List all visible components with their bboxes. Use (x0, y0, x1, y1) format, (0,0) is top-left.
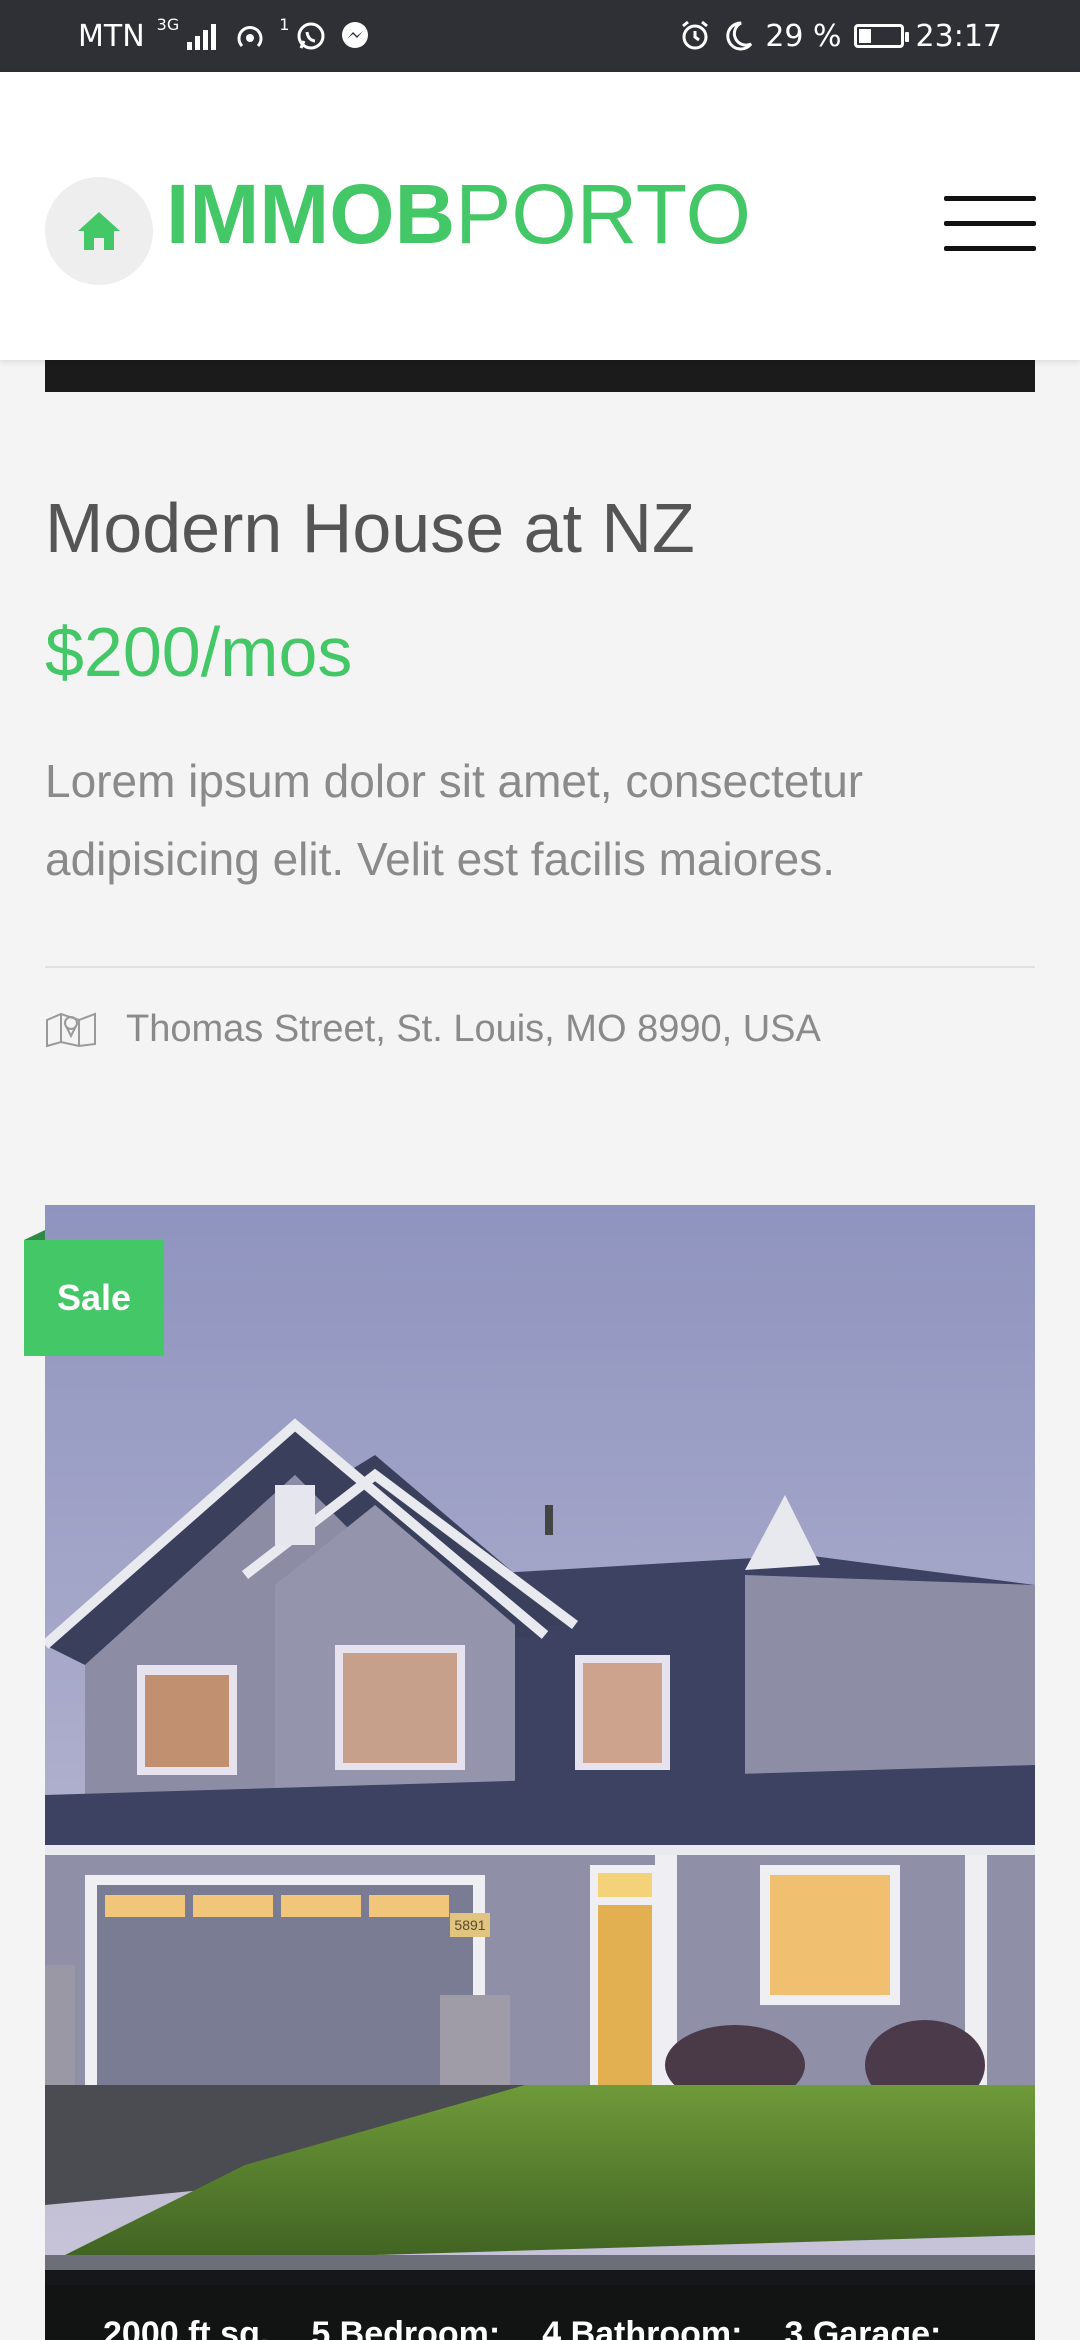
hamburger-menu-icon[interactable] (944, 196, 1036, 252)
battery-percent: 29 % (765, 18, 842, 54)
brand-logo[interactable]: IMMOBPORTO (166, 172, 751, 256)
carrier-label: MTN (78, 18, 145, 54)
network-type: 3G (156, 14, 180, 34)
battery-icon (853, 24, 909, 48)
messenger-icon (339, 20, 371, 52)
status-bar: MTN 3G 1 29 % 23:17 (0, 0, 1080, 72)
feature-bedrooms: 5 Bedroom: (311, 2315, 501, 2340)
sale-badge-fold (24, 1230, 45, 1240)
status-right: 29 % 23:17 (679, 19, 1002, 54)
listing-price: $200/mos (45, 613, 353, 691)
clock: 23:17 (915, 18, 1002, 54)
house-photo[interactable]: 5891 (45, 1205, 1035, 2340)
hotspot-icon (233, 21, 267, 51)
signal-icon (185, 22, 221, 50)
alarm-icon (679, 20, 711, 52)
listing-description: Lorem ipsum dolor sit amet, consectetur … (45, 755, 864, 885)
feature-area: 2000 ft sq. (103, 2315, 270, 2340)
brand-bold-text: IMMOB (166, 167, 456, 261)
features-bar: 2000 ft sq. 5 Bedroom: 4 Bathroom: 3 Gar… (45, 2270, 1035, 2340)
sale-badge: Sale (24, 1240, 164, 1356)
moon-icon (723, 20, 753, 52)
feature-garage: 3 Garage: (784, 2315, 942, 2340)
site-header: IMMOBPORTO (0, 72, 1080, 360)
home-button[interactable] (45, 177, 153, 285)
whatsapp-icon (295, 20, 327, 52)
divider (45, 966, 1035, 968)
previous-listing-image (45, 358, 1035, 392)
feature-bathrooms: 4 Bathroom: (542, 2315, 743, 2340)
home-icon (78, 212, 120, 250)
brand-light-text: PORTO (455, 167, 751, 261)
house-illustration: 5891 (45, 1205, 1035, 2340)
map-icon (45, 1010, 97, 1053)
listing-address: Thomas Street, St. Louis, MO 8990, USA (126, 1008, 821, 1050)
status-left: MTN 3G 1 (78, 15, 371, 54)
listing-title[interactable]: Modern House at NZ (45, 488, 695, 568)
hotspot-count: 1 (279, 14, 290, 34)
house-number: 5891 (454, 1917, 485, 1933)
